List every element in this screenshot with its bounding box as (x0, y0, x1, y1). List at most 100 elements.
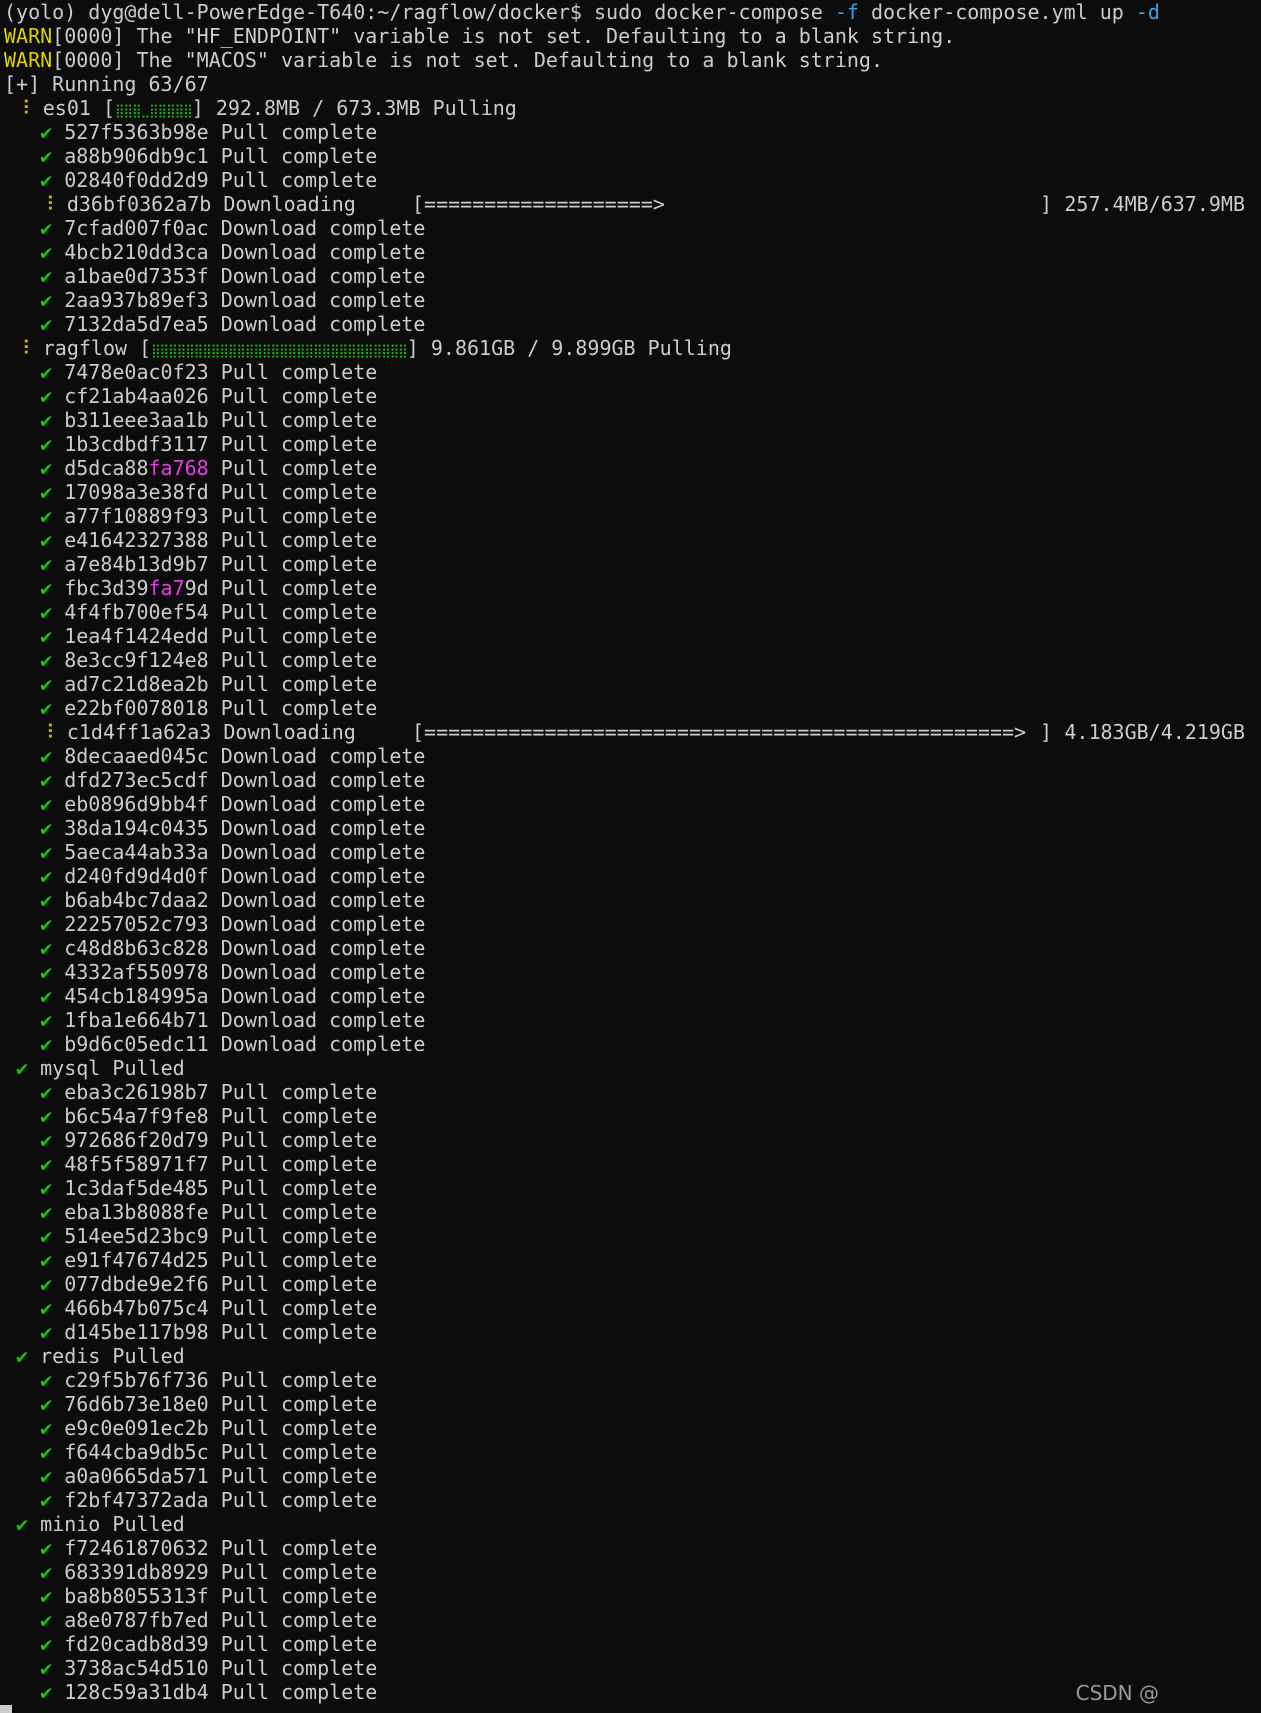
layer-status: Pull complete (220, 144, 378, 168)
running-status: [+] Running 63/67 (4, 72, 209, 96)
layer-id: 514ee5d23bc9 (64, 1224, 209, 1248)
check-icon: ✔ (40, 816, 53, 840)
command-flag-f: -f (834, 0, 859, 24)
spinner-icon: ⠸ (40, 720, 55, 744)
layer-row: ✔ ba8b8055313f Pull complete (4, 1584, 1259, 1608)
check-icon: ✔ (40, 672, 53, 696)
layer-id: cf21ab4aa026 (64, 384, 209, 408)
check-icon: ✔ (40, 888, 53, 912)
check-icon: ✔ (40, 240, 53, 264)
layer-status: Download complete (220, 816, 426, 840)
service-name: mysql (40, 1056, 101, 1080)
layer-id: d240fd9d4d0f (64, 864, 209, 888)
layer-id-part: 9d (184, 576, 209, 600)
check-icon: ✔ (40, 696, 53, 720)
layer-row: ✔ 8decaaed045c Download complete (4, 744, 1259, 768)
check-icon: ✔ (40, 168, 53, 192)
layer-id: 077dbde9e2f6 (64, 1272, 209, 1296)
layer-row: ✔ b6c54a7f9fe8 Pull complete (4, 1104, 1259, 1128)
layer-status: Download complete (220, 288, 426, 312)
check-icon: ✔ (40, 504, 53, 528)
layer-status: Download complete (220, 1008, 426, 1032)
layer-row: ✔ f72461870632 Pull complete (4, 1536, 1259, 1560)
layer-row: ✔ 972686f20d79 Pull complete (4, 1128, 1259, 1152)
layer-status: Pull complete (220, 576, 378, 600)
layer-row: ✔ 4332af550978 Download complete (4, 960, 1259, 984)
check-icon: ✔ (40, 120, 53, 144)
layer-status: Pull complete (220, 1320, 378, 1344)
layer-row: ✔ 1b3cdbdf3117 Pull complete (4, 432, 1259, 456)
layer-progress-end: ] (1040, 192, 1053, 216)
layer-id: b311eee3aa1b (64, 408, 209, 432)
layer-row: ✔ a88b906db9c1 Pull complete (4, 144, 1259, 168)
layer-id: 8e3cc9f124e8 (64, 648, 209, 672)
layer-status: Download complete (220, 768, 426, 792)
layer-row: ✔ 4f4fb700ef54 Pull complete (4, 600, 1259, 624)
service-name: redis (40, 1344, 101, 1368)
layer-row: ✔ 3738ac54d510 Pull complete (4, 1656, 1259, 1680)
layer-row: ✔ 7cfad007f0ac Download complete (4, 216, 1259, 240)
layer-id: d36bf0362a7b (66, 192, 212, 216)
check-icon: ✔ (40, 264, 53, 288)
layer-id-highlight: fa7 (148, 576, 185, 600)
check-icon: ✔ (16, 1344, 29, 1368)
layer-id: 17098a3e38fd (64, 480, 209, 504)
layer-id: 48f5f58971f7 (64, 1152, 209, 1176)
check-icon: ✔ (40, 648, 53, 672)
layer-row: ✔ d145be117b98 Pull complete (4, 1320, 1259, 1344)
layer-id: b6ab4bc7daa2 (64, 888, 209, 912)
layer-status: Download complete (220, 1032, 426, 1056)
layer-id: c1d4ff1a62a3 (66, 720, 212, 744)
layer-row: ✔ 454cb184995a Download complete (4, 984, 1259, 1008)
layer-status: Pull complete (220, 1608, 378, 1632)
check-icon: ✔ (40, 552, 53, 576)
layer-id: e22bf0078018 (64, 696, 209, 720)
check-icon: ✔ (40, 408, 53, 432)
command-text: sudo docker-compose (594, 0, 835, 24)
layer-id: e9c0e091ec2b (64, 1416, 209, 1440)
check-icon: ✔ (16, 1512, 29, 1536)
check-icon: ✔ (40, 936, 53, 960)
layer-id: 1fba1e664b71 (64, 1008, 209, 1032)
layer-status: Pull complete (220, 384, 378, 408)
service-progress-bar: ⣿⣿⣿⣿⣿⣿⣿⣿⣿⣿⣿⣿⣿⣿⣿⣿⣿⣿⣿⣿⣿⣿⣿⣿⣿⣿⣿⣿⣿⣿ (151, 344, 408, 359)
layer-row: ✔ 5aeca44ab33a Download complete (4, 840, 1259, 864)
check-icon: ✔ (40, 312, 53, 336)
layer-row: ✔ 22257052c793 Download complete (4, 912, 1259, 936)
layer-id: f72461870632 (64, 1536, 209, 1560)
layer-id: e91f47674d25 (64, 1248, 209, 1272)
layer-row: ✔ 466b47b075c4 Pull complete (4, 1296, 1259, 1320)
check-icon: ✔ (40, 960, 53, 984)
check-icon: ✔ (40, 792, 53, 816)
check-icon: ✔ (40, 456, 53, 480)
layer-id: a0a0665da571 (64, 1464, 209, 1488)
layer-status: Pull complete (220, 1152, 378, 1176)
warning-text: [0000] The "HF_ENDPOINT" variable is not… (52, 24, 956, 48)
layer-id: a7e84b13d9b7 (64, 552, 209, 576)
layer-row: ✔ d240fd9d4d0f Download complete (4, 864, 1259, 888)
layer-progress-size: 257.4MB/637.9MB (1064, 192, 1245, 216)
warning-level: WARN (4, 48, 53, 72)
check-icon: ✔ (40, 144, 53, 168)
check-icon: ✔ (40, 1200, 53, 1224)
check-icon: ✔ (40, 600, 53, 624)
layer-status: Pull complete (220, 1176, 378, 1200)
layer-status: Download complete (220, 240, 426, 264)
layer-id: 3738ac54d510 (64, 1656, 209, 1680)
check-icon: ✔ (40, 624, 53, 648)
check-icon: ✔ (40, 1656, 53, 1680)
layer-id: b9d6c05edc11 (64, 1032, 209, 1056)
layer-status: Pull complete (220, 408, 378, 432)
layer-status: Download complete (220, 960, 426, 984)
layer-progress-bar: [===================> (412, 192, 665, 216)
layer-row: ✔ 1c3daf5de485 Pull complete (4, 1176, 1259, 1200)
check-icon: ✔ (40, 1488, 53, 1512)
layer-id: 466b47b075c4 (64, 1296, 209, 1320)
layer-row: ✔ b311eee3aa1b Pull complete (4, 408, 1259, 432)
layer-status: Download complete (220, 984, 426, 1008)
check-icon: ✔ (40, 1176, 53, 1200)
layer-status: Pull complete (220, 1560, 378, 1584)
terminal-output[interactable]: (yolo) dyg@dell-PowerEdge-T640:~/ragflow… (4, 0, 1259, 1704)
layer-id: 5aeca44ab33a (64, 840, 209, 864)
layer-status: Pull complete (220, 1680, 378, 1704)
